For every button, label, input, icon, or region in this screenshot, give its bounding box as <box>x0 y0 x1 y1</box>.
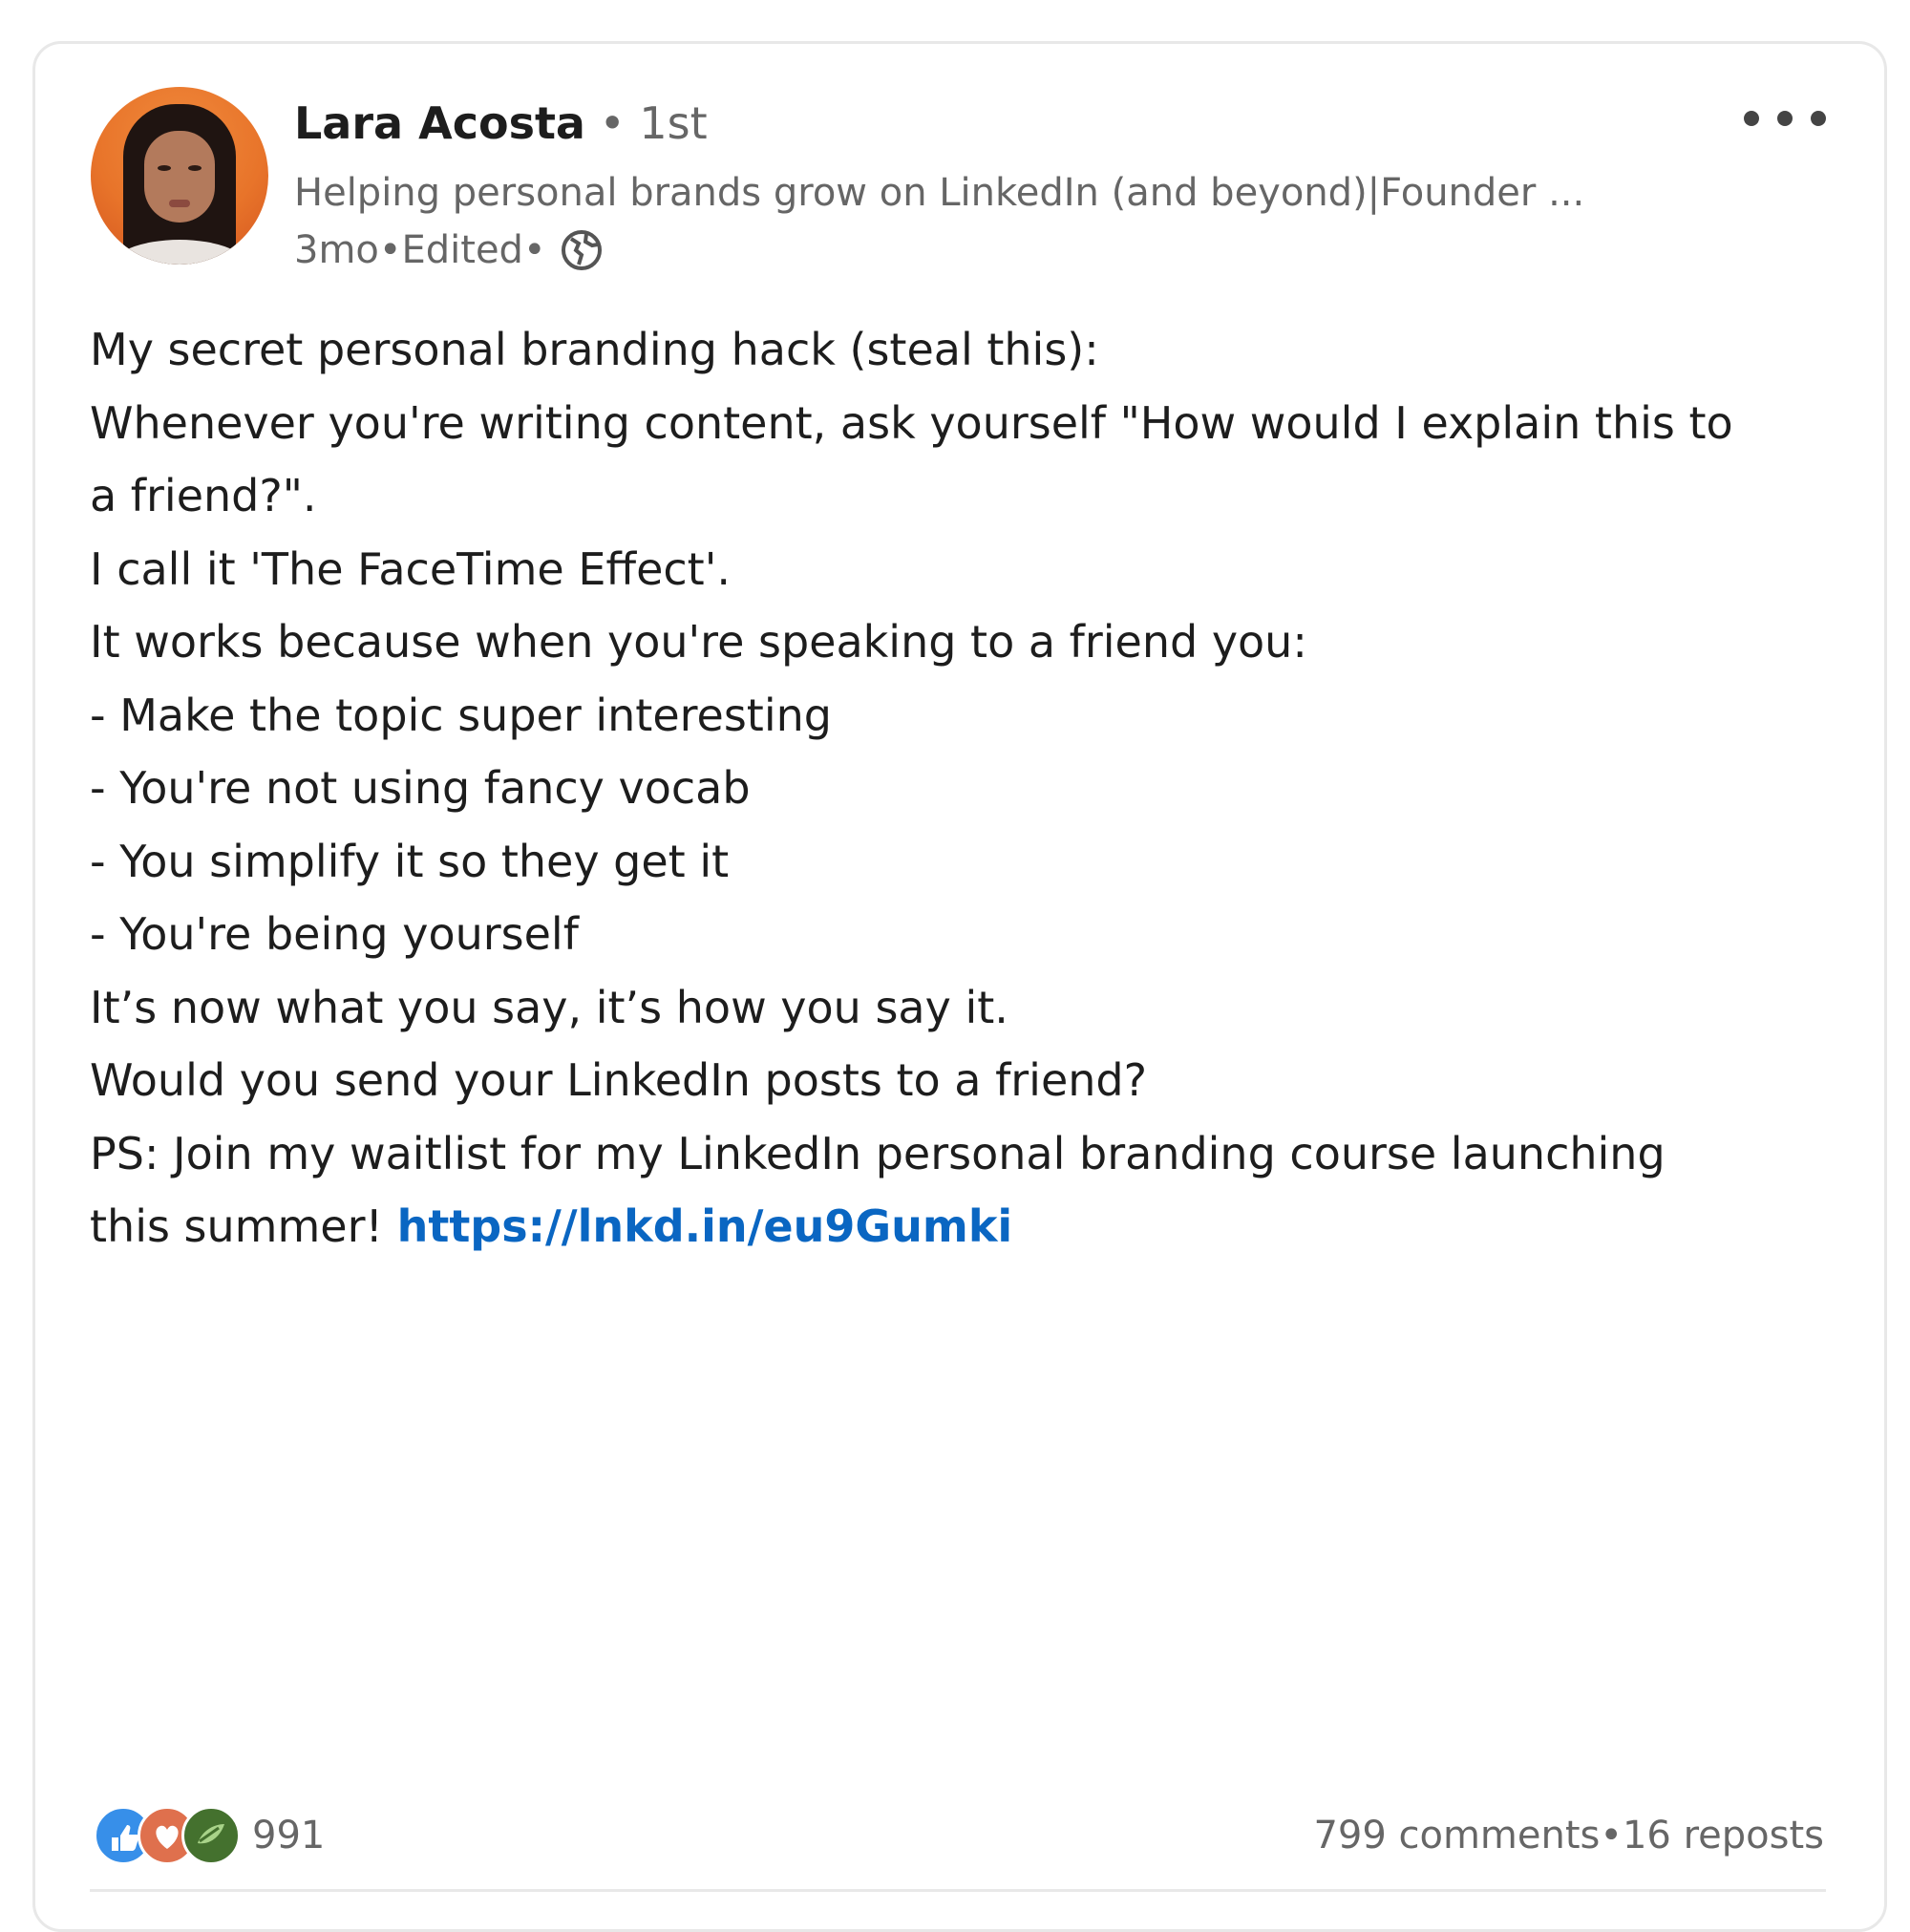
post-body: My secret personal branding hack (steal … <box>90 313 1837 1263</box>
more-options-icon[interactable] <box>1744 99 1826 138</box>
post-line: PS: Join my waitlist for my LinkedIn per… <box>90 1127 1666 1179</box>
globe-icon <box>558 226 605 274</box>
post-line: - You simplify it so they get it <box>90 835 730 887</box>
post-line: Whenever you're writing content, ask you… <box>90 396 1733 449</box>
post-line-prefix: this summer! <box>90 1200 397 1252</box>
edited-label: Edited <box>401 228 523 272</box>
degree-separator: • <box>584 97 640 149</box>
author-name-row: Lara Acosta • 1st <box>294 96 708 151</box>
post-line: I call it 'The FaceTime Effect'. <box>90 542 731 595</box>
reposts-count[interactable]: 16 reposts <box>1623 1814 1824 1858</box>
reactions-summary[interactable]: 991 <box>94 1806 326 1865</box>
author-headline: Helping personal brands grow on LinkedIn… <box>294 171 1585 215</box>
stats-separator: • <box>1600 1814 1623 1858</box>
meta-separator: • <box>378 228 402 272</box>
author-name[interactable]: Lara Acosta <box>294 97 585 149</box>
post-meta: 3mo • Edited • <box>294 225 605 275</box>
post-line-last: this summer! https://lnkd.in/eu9Gumki <box>90 1190 1837 1263</box>
engagement-stats: 799 comments • 16 reposts <box>1313 1807 1824 1864</box>
post-line: My secret personal branding hack (steal … <box>90 324 1099 375</box>
meta-separator: • <box>522 228 546 272</box>
post-line: - You're being yourself <box>90 908 579 960</box>
post-line: It works because when you're speaking to… <box>90 616 1307 668</box>
post-line: - Make the topic super interesting <box>90 689 832 741</box>
waitlist-link[interactable]: https://lnkd.in/eu9Gumki <box>397 1200 1013 1252</box>
connection-degree: 1st <box>639 97 708 149</box>
reaction-count: 991 <box>252 1814 326 1858</box>
support-icon <box>181 1806 241 1865</box>
post-line: It’s now what you say, it’s how you say … <box>90 981 1008 1033</box>
post-time: 3mo <box>294 228 379 272</box>
post-line: a friend?". <box>90 470 317 521</box>
comments-count[interactable]: 799 comments <box>1313 1814 1600 1858</box>
post-line: Would you send your LinkedIn posts to a … <box>90 1054 1148 1106</box>
post-line: - You're not using fancy vocab <box>90 762 751 814</box>
author-avatar[interactable] <box>91 87 268 265</box>
